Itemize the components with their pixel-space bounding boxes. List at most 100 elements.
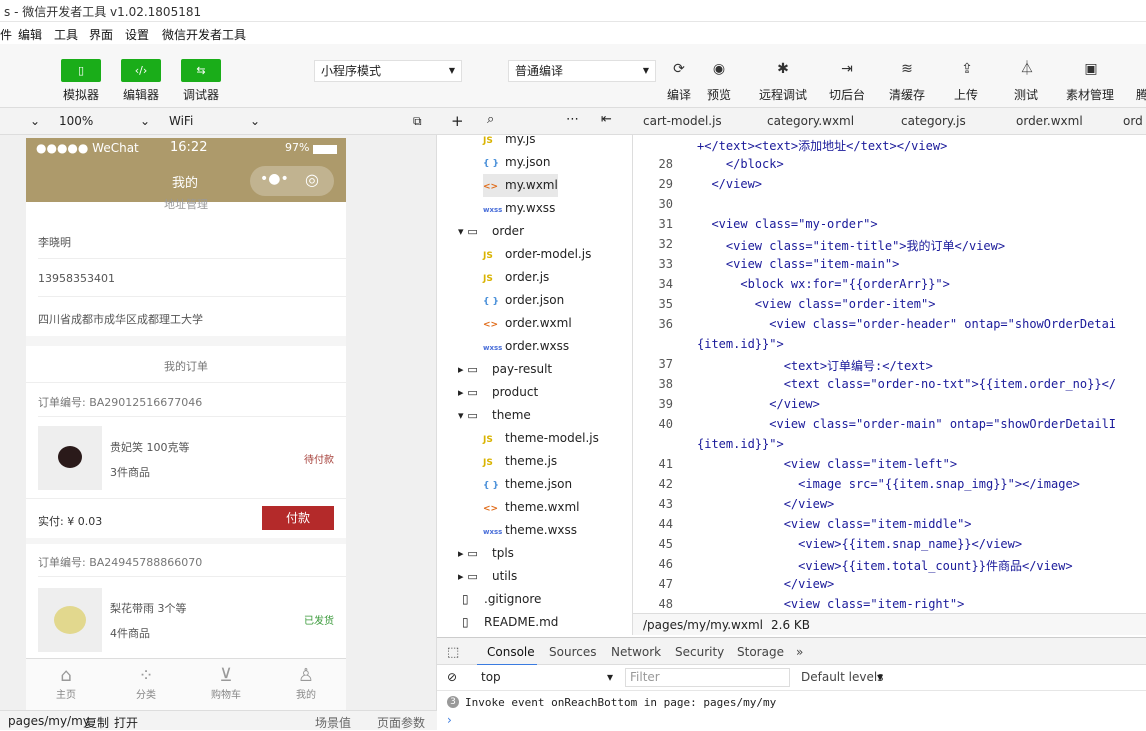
tab-category-js[interactable]: category.js bbox=[901, 114, 966, 128]
context-select[interactable]: top bbox=[481, 670, 501, 684]
tab-category-wxml[interactable]: category.wxml bbox=[767, 114, 854, 128]
background-icon[interactable]: ⇥ bbox=[833, 58, 861, 80]
zoom-select[interactable]: 100% bbox=[59, 114, 93, 128]
phone-icon: ▯ bbox=[77, 64, 85, 77]
popout-icon[interactable]: ⧉ bbox=[413, 114, 422, 129]
refresh-icon[interactable]: ⟳ bbox=[665, 58, 693, 80]
tab-network[interactable]: Network bbox=[611, 645, 661, 659]
code-line: <view class="item-right"> bbox=[697, 597, 965, 611]
console-output: 3 Invoke event onReachBottom in page: pa… bbox=[437, 691, 1146, 730]
scene-value[interactable]: 场景值 bbox=[315, 714, 351, 731]
tree-item[interactable]: { } order.json bbox=[483, 289, 564, 312]
mode-select[interactable]: 小程序模式 ▼ bbox=[314, 60, 462, 82]
eye-icon[interactable]: ◉ bbox=[705, 58, 733, 80]
prompt-icon[interactable]: › bbox=[447, 713, 452, 727]
network-select[interactable]: WiFi bbox=[169, 114, 193, 128]
tab-cart[interactable]: ⊻ 购物车 bbox=[186, 659, 266, 710]
code-editor[interactable]: +</text><text>添加地址</text></view> 28 </blo… bbox=[633, 135, 1146, 613]
chevron-down-icon[interactable]: ▾ bbox=[877, 670, 883, 684]
image-icon[interactable]: ▣ bbox=[1077, 58, 1105, 80]
tree-item[interactable]: ▾ ▭ theme bbox=[458, 404, 531, 427]
order-number: 订单编号: BA24945788866070 bbox=[38, 556, 203, 569]
menu-tools[interactable]: 工具 bbox=[54, 26, 78, 43]
tree-item[interactable]: ▯ README.md bbox=[462, 611, 558, 634]
tab-my[interactable]: ♙ 我的 bbox=[266, 659, 346, 710]
upload-icon[interactable]: ⇪ bbox=[953, 58, 981, 80]
more-icon[interactable]: •●• bbox=[260, 171, 289, 187]
tree-item[interactable]: <> theme.wxml bbox=[483, 496, 580, 519]
tree-item[interactable]: JS order-model.js bbox=[483, 243, 591, 266]
tab-category[interactable]: ⁘ 分类 bbox=[106, 659, 186, 710]
tree-item[interactable]: ▯ .gitignore bbox=[462, 588, 541, 611]
collapse-icon[interactable]: ⇤ bbox=[601, 112, 612, 127]
filter-placeholder: Filter bbox=[630, 670, 660, 684]
chevron-down-icon[interactable]: ⌄ bbox=[30, 114, 40, 128]
tree-item-label: order bbox=[492, 224, 524, 238]
menu-devtools[interactable]: 微信开发者工具 bbox=[162, 26, 246, 43]
menu-view[interactable]: 界面 bbox=[89, 26, 113, 43]
more-tabs-icon[interactable]: » bbox=[796, 645, 803, 659]
pay-button[interactable]: 付款 bbox=[262, 506, 334, 530]
tab-storage[interactable]: Storage bbox=[737, 645, 784, 659]
levels-select[interactable]: Default levels bbox=[801, 670, 883, 684]
code-line: <view class="order-header" ontap="showOr… bbox=[697, 317, 1117, 331]
tab-console[interactable]: Console bbox=[487, 645, 535, 659]
tab-home[interactable]: ⌂ 主页 bbox=[26, 659, 106, 710]
menu-file[interactable]: 件 bbox=[0, 26, 12, 43]
tree-item[interactable]: <> my.wxml bbox=[483, 174, 558, 197]
page-params[interactable]: 页面参数 bbox=[377, 714, 425, 731]
product-image[interactable] bbox=[38, 588, 102, 652]
address-manage-label[interactable]: 地址管理 bbox=[164, 196, 208, 212]
tab-sources[interactable]: Sources bbox=[549, 645, 596, 659]
open-link[interactable]: 打开 bbox=[114, 714, 138, 731]
more-icon[interactable]: ⋯ bbox=[566, 112, 579, 127]
code-line: <image src="{{item.snap_img}}"></image> bbox=[697, 477, 1080, 491]
file-icon: ▯ bbox=[462, 592, 469, 606]
tree-item[interactable]: wxss theme.wxss bbox=[483, 519, 577, 542]
inspect-icon[interactable]: ⬚ bbox=[447, 645, 459, 660]
json-file-icon: { } bbox=[483, 481, 499, 491]
carrier: ●●●●● WeChat bbox=[36, 141, 139, 155]
tree-item[interactable]: JS theme-model.js bbox=[483, 427, 599, 450]
chevron-down-icon[interactable]: ▾ bbox=[607, 670, 613, 684]
compile-select[interactable]: 普通编译 ▼ bbox=[508, 60, 656, 82]
filter-input[interactable]: Filter bbox=[625, 668, 790, 687]
tree-item[interactable]: JS order.js bbox=[483, 266, 549, 289]
tree-item[interactable]: { } my.json bbox=[483, 151, 550, 174]
simulator-button[interactable]: ▯ bbox=[61, 59, 101, 82]
tree-item[interactable]: <> order.wxml bbox=[483, 312, 572, 335]
chevron-down-icon[interactable]: ⌄ bbox=[140, 114, 150, 128]
tree-item[interactable]: JS theme.js bbox=[483, 450, 557, 473]
tree-item[interactable]: { } theme.json bbox=[483, 473, 572, 496]
tree-item-label: theme.json bbox=[505, 477, 573, 491]
close-target-icon[interactable]: ◎ bbox=[305, 170, 319, 189]
tree-item[interactable]: ▾ ▭ order bbox=[458, 220, 524, 243]
product-image[interactable] bbox=[38, 426, 102, 490]
json-file-icon: { } bbox=[483, 297, 499, 307]
editor-button[interactable]: ‹/› bbox=[121, 59, 161, 82]
capsule-menu[interactable]: •●• ◎ bbox=[250, 166, 334, 196]
tree-item[interactable]: ▸ ▭ utils bbox=[458, 565, 517, 588]
layers-icon[interactable]: ≋ bbox=[893, 58, 921, 80]
tree-item[interactable]: JS my.js bbox=[483, 135, 535, 151]
tree-item[interactable]: ▸ ▭ product bbox=[458, 381, 538, 404]
tree-item[interactable]: ▸ ▭ tpls bbox=[458, 542, 514, 565]
tree-item[interactable]: wxss order.wxss bbox=[483, 335, 569, 358]
address-card[interactable]: 李晓明 13958353401 四川省成都市成华区成都理工大学 bbox=[26, 214, 346, 336]
clear-icon[interactable]: ⊘ bbox=[447, 670, 457, 684]
debugger-button[interactable]: ⇆ bbox=[181, 59, 221, 82]
add-icon[interactable]: + bbox=[451, 112, 464, 130]
search-icon[interactable]: ⌕ bbox=[487, 112, 494, 127]
tree-item[interactable]: ▸ ▭ pay-result bbox=[458, 358, 552, 381]
bug-icon[interactable]: ✱ bbox=[769, 58, 797, 80]
flask-icon[interactable]: ⏃ bbox=[1013, 58, 1041, 80]
menu-settings[interactable]: 设置 bbox=[125, 26, 149, 43]
chevron-down-icon[interactable]: ⌄ bbox=[250, 114, 260, 128]
tab-cart-model-js[interactable]: cart-model.js bbox=[643, 114, 722, 128]
tab-order-more[interactable]: ord bbox=[1123, 114, 1143, 128]
tree-item[interactable]: wxss my.wxss bbox=[483, 197, 555, 220]
tab-order-wxml[interactable]: order.wxml bbox=[1016, 114, 1083, 128]
menu-edit[interactable]: 编辑 bbox=[18, 26, 42, 43]
tab-security[interactable]: Security bbox=[675, 645, 724, 659]
copy-link[interactable]: 复制 bbox=[85, 714, 109, 731]
